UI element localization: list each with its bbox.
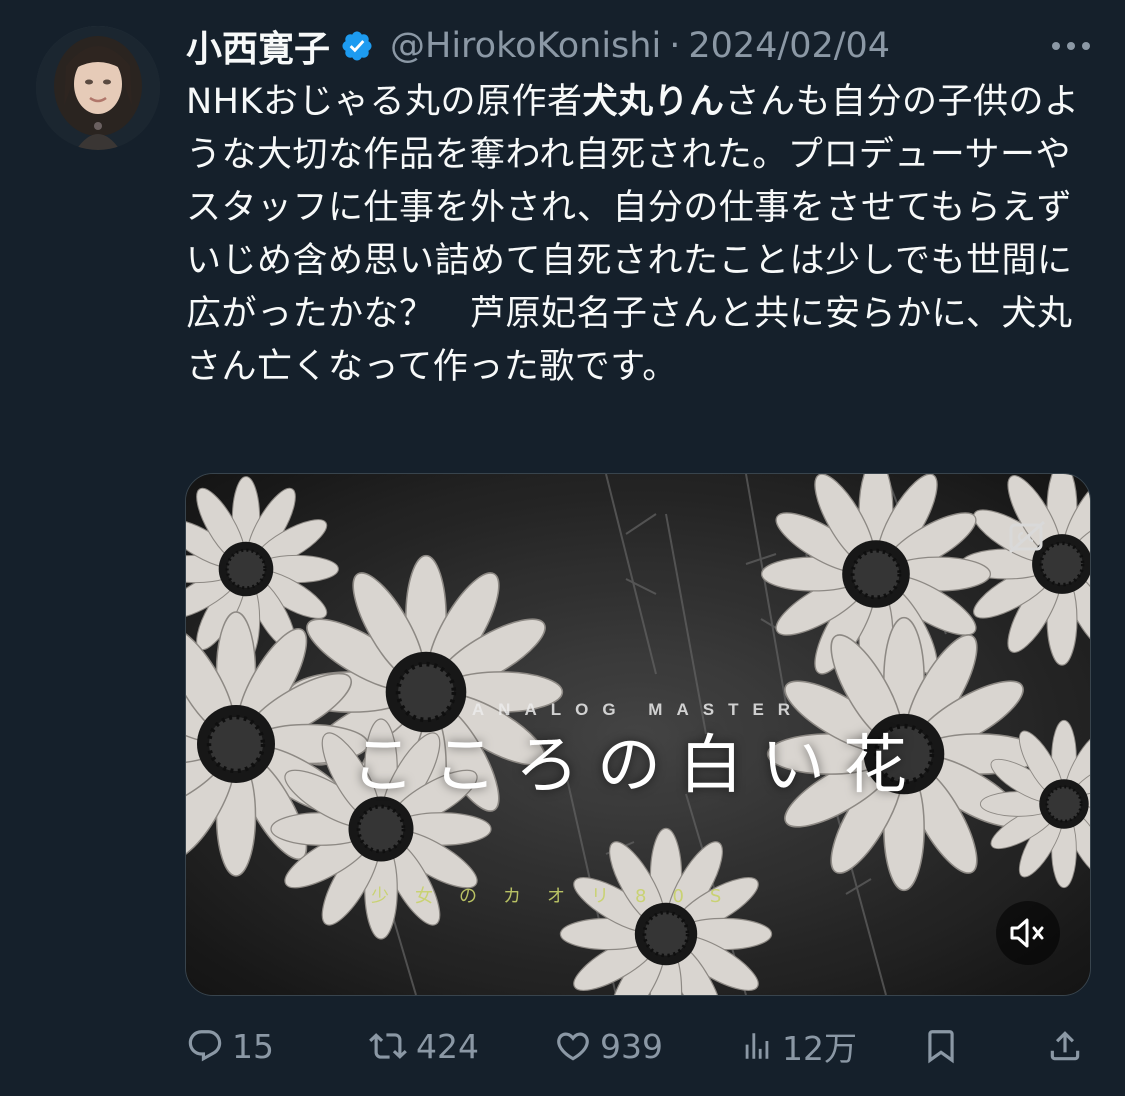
like-count: 939	[600, 1026, 663, 1066]
bookmark-button[interactable]	[922, 1020, 960, 1072]
tweet-text-part2: さんも自分の子供のような大切な作品を奪われ自死された。プロデューサーやスタッフに…	[186, 82, 1080, 387]
display-name[interactable]: 小西寛子	[186, 20, 330, 72]
more-options-button[interactable]	[1047, 24, 1095, 68]
retweet-button[interactable]: 424	[368, 1020, 479, 1072]
tweet: 小西寛子 @HirokoKonishi · 2024/02/04 NHKおじゃる…	[0, 0, 1125, 1096]
verified-badge-icon	[342, 31, 372, 61]
reply-count: 15	[232, 1026, 274, 1066]
tweet-text-part1: NHKおじゃる丸の原作者	[186, 82, 583, 122]
avatar[interactable]	[36, 26, 160, 150]
heart-icon	[557, 1032, 589, 1061]
video-player[interactable]: ANALOG MASTER こころの白い花 少女のカオリ80S	[185, 473, 1091, 996]
bookmark-icon	[928, 1030, 954, 1064]
mute-button[interactable]	[996, 901, 1060, 965]
more-icon	[1052, 42, 1090, 50]
reply-button[interactable]: 15	[186, 1020, 274, 1072]
retweet-count: 424	[416, 1026, 479, 1066]
view-count: 12万	[782, 1029, 857, 1068]
retweet-icon	[369, 1033, 407, 1059]
tweet-text-bold: 犬丸りん	[582, 82, 725, 122]
muted-speaker-icon	[1010, 918, 1044, 948]
views-button[interactable]: 12万	[740, 1020, 857, 1072]
like-button[interactable]: 939	[554, 1020, 663, 1072]
share-icon	[1050, 1031, 1080, 1061]
tweet-header: 小西寛子 @HirokoKonishi · 2024/02/04	[186, 20, 1095, 72]
author-handle[interactable]: @HirokoKonishi	[390, 26, 661, 66]
closed-captions-button[interactable]	[1008, 520, 1046, 554]
tweet-text: NHKおじゃる丸の原作者犬丸りんさんも自分の子供のような大切な作品を奪われ自死さ…	[186, 76, 1096, 394]
share-button[interactable]	[1046, 1020, 1084, 1072]
reply-icon	[188, 1030, 222, 1062]
video-subtitle: 少女のカオリ80S	[371, 886, 748, 907]
tweet-actions: 15 424 939 12万	[184, 1020, 1094, 1072]
views-chart-icon	[745, 1033, 769, 1059]
tweet-date[interactable]: 2024/02/04	[688, 26, 890, 66]
video-title: こころの白い花	[351, 729, 925, 803]
header-separator: ·	[669, 26, 681, 66]
closed-captions-icon	[1009, 520, 1045, 554]
